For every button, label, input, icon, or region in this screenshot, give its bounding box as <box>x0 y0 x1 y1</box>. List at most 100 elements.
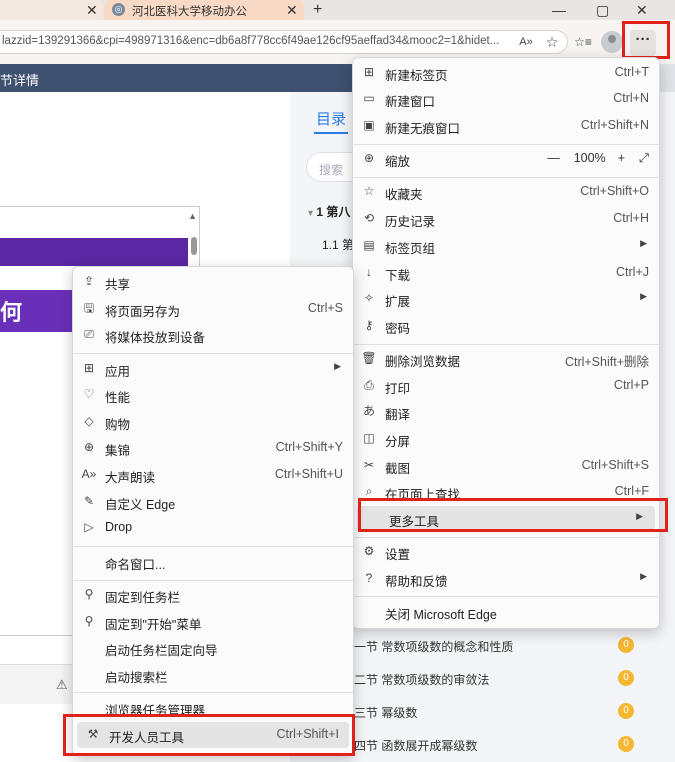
menu-separator <box>353 177 659 178</box>
list-item[interactable]: 一节 常数项级数的概念和性质 0 <box>352 633 662 659</box>
page-header: 节详情 <box>0 64 360 92</box>
menu-icon: ◫ <box>363 431 375 445</box>
list-item[interactable]: 二节 常数项级数的审敛法 0 <box>352 666 662 692</box>
menu-shortcut: Ctrl+Shift+删除 <box>564 355 649 369</box>
menu-item-购物[interactable]: ◇ 购物 <box>73 409 353 435</box>
menu-item-label: 缩放 <box>385 155 411 169</box>
chevron-right-icon: ▶ <box>640 291 647 301</box>
tab-toc[interactable]: 目录 <box>316 108 346 129</box>
menu-item-性能[interactable]: ♡ 性能 <box>73 382 353 408</box>
menu-item-新建标签页[interactable]: ⊞ 新建标签页 Ctrl+T <box>353 60 659 86</box>
fullscreen-icon[interactable]: ⤢ <box>639 151 649 165</box>
menu-item-label: 收藏夹 <box>385 188 423 202</box>
toc-item[interactable]: 1.1 第 <box>322 236 354 253</box>
highlight-box-devtools <box>63 714 355 756</box>
menu-item-启动任务栏固定向导[interactable]: 启动任务栏固定向导 <box>73 635 353 661</box>
menu-item-下载[interactable]: ↓ 下载 Ctrl+J <box>353 260 659 286</box>
new-tab-button[interactable]: + <box>313 0 322 20</box>
menu-icon: ▷ <box>84 520 94 534</box>
menu-item-label: 启动搜索栏 <box>105 671 168 685</box>
menu-item-历史记录[interactable]: ⟲ 历史记录 Ctrl+H <box>353 206 659 232</box>
menu-item-密码[interactable]: ⚷ 密码 <box>353 313 659 339</box>
profile-avatar[interactable] <box>601 31 623 53</box>
menu-icon: ⎙ <box>364 378 374 392</box>
zoom-level: 100% <box>573 151 606 165</box>
menu-item-启动搜索栏[interactable]: 启动搜索栏 <box>73 662 353 688</box>
scroll-up-icon[interactable]: ▲ <box>188 211 197 221</box>
menu-item-label: 扩展 <box>385 295 411 309</box>
menu-item-label: 打印 <box>385 382 411 396</box>
address-bar[interactable]: lazzid=139291366&cpi=498971316&enc=db6a8… <box>0 30 568 54</box>
menu-item-label: 将媒体投放到设备 <box>105 331 206 345</box>
menu-item-缩放[interactable]: ⊕ 缩放 — 100% + ⤢ <box>353 146 659 172</box>
menu-separator <box>353 537 659 538</box>
menu-item-应用[interactable]: ⊞ 应用 ▶ <box>73 356 353 382</box>
minimize-button[interactable]: — <box>552 0 566 20</box>
tab-close-icon[interactable]: ✕ <box>286 0 298 20</box>
menu-item-将页面另存为[interactable]: 🖫 将页面另存为 Ctrl+S <box>73 296 353 322</box>
menu-item-label: 设置 <box>385 548 411 562</box>
menu-item-大声朗读[interactable]: A» 大声朗读 Ctrl+Shift+U <box>73 462 353 488</box>
menu-item-关闭-microsoft-edge[interactable]: 关闭 Microsoft Edge <box>353 599 659 625</box>
toc-item-label: 1 第八 <box>316 205 351 219</box>
tab-previous[interactable]: ✕ <box>0 0 103 20</box>
menu-item-打印[interactable]: ⎙ 打印 Ctrl+P <box>353 373 659 399</box>
menu-item-截图[interactable]: ✂ 截图 Ctrl+Shift+S <box>353 453 659 479</box>
tab-close-icon[interactable]: ✕ <box>86 0 98 20</box>
menu-icon: 🖫 <box>83 301 95 315</box>
status-badge: 0 <box>618 703 634 719</box>
read-aloud-icon[interactable]: A» <box>514 30 538 54</box>
scrollbar-thumb[interactable] <box>191 237 197 255</box>
menu-icon: ↓ <box>366 265 372 279</box>
menu-item-将媒体投放到设备[interactable]: ⎚ 将媒体投放到设备 <box>73 322 353 348</box>
menu-item-分屏[interactable]: ◫ 分屏 <box>353 426 659 452</box>
favorite-star-icon[interactable]: ☆ <box>540 30 564 54</box>
menu-icon: 🗑 <box>361 351 377 365</box>
menu-item-固定到-开始-菜单[interactable]: ⚲ 固定到"开始"菜单 <box>73 609 353 635</box>
menu-icon: あ <box>362 404 375 418</box>
menu-separator <box>353 144 659 145</box>
menu-item-label: 自定义 Edge <box>105 498 176 512</box>
highlight-box-more <box>622 21 670 59</box>
menu-item-label: 标签页组 <box>385 242 436 256</box>
list-item[interactable]: 三节 幂级数 0 <box>352 699 662 725</box>
status-badge: 0 <box>618 670 634 686</box>
zoom-out-button[interactable]: — <box>547 151 560 165</box>
menu-item-标签页组[interactable]: ▤ 标签页组 ▶ <box>353 233 659 259</box>
chevron-right-icon: ▶ <box>640 238 647 248</box>
tab-title: 河北医科大学移动办公 <box>132 6 247 18</box>
maximize-button[interactable]: ▢ <box>596 0 609 20</box>
purple-title-block: 何 <box>0 290 80 332</box>
menu-item-收藏夹[interactable]: ☆ 收藏夹 Ctrl+Shift+O <box>353 179 659 205</box>
status-badge: 0 <box>618 736 634 752</box>
menu-item-扩展[interactable]: ✧ 扩展 ▶ <box>353 286 659 312</box>
menu-item-命名窗口[interactable]: 命名窗口... <box>73 549 353 575</box>
menu-item-删除浏览数据[interactable]: 🗑 删除浏览数据 Ctrl+Shift+删除 <box>353 346 659 372</box>
menu-shortcut: Ctrl+Shift+S <box>581 458 649 472</box>
menu-icon: ⊞ <box>83 361 95 375</box>
menu-item-帮助和反馈[interactable]: ? 帮助和反馈 ▶ <box>353 566 659 592</box>
tab-active[interactable]: ◎ 河北医科大学移动办公 ✕ <box>104 0 304 20</box>
menu-item-自定义-edge[interactable]: ✎ 自定义 Edge <box>73 489 353 515</box>
zoom-in-button[interactable]: + <box>618 151 625 165</box>
menu-icon: ⚷ <box>364 318 374 332</box>
menu-icon: ⊞ <box>363 65 375 79</box>
toc-item[interactable]: ▾ 1 第八 <box>308 203 350 220</box>
favorites-icon[interactable]: ☆≡ <box>571 30 595 54</box>
window-close-button[interactable]: ✕ <box>636 0 648 20</box>
chevron-down-icon: ▾ <box>308 208 314 219</box>
menu-shortcut: Ctrl+H <box>613 211 649 225</box>
status-badge: 0 <box>618 637 634 653</box>
menu-item-label: 命名窗口... <box>105 558 166 572</box>
menu-item-翻译[interactable]: あ翻译 <box>353 399 659 425</box>
menu-item-label: 帮助和反馈 <box>385 575 448 589</box>
menu-item-设置[interactable]: ⚙ 设置 <box>353 539 659 565</box>
menu-item-新建无痕窗口[interactable]: ▣ 新建无痕窗口 Ctrl+Shift+N <box>353 113 659 139</box>
menu-item-固定到任务栏[interactable]: ⚲ 固定到任务栏 <box>73 582 353 608</box>
menu-item-drop[interactable]: ▷ Drop <box>73 515 353 541</box>
list-item[interactable]: 四节 函数展开成幂级数 0 <box>352 732 662 758</box>
menu-icon: ✧ <box>363 291 375 305</box>
menu-item-共享[interactable]: ⇪ 共享 <box>73 269 353 295</box>
menu-item-新建窗口[interactable]: ▭ 新建窗口 Ctrl+N <box>353 86 659 112</box>
menu-item-集锦[interactable]: ⊕ 集锦 Ctrl+Shift+Y <box>73 435 353 461</box>
